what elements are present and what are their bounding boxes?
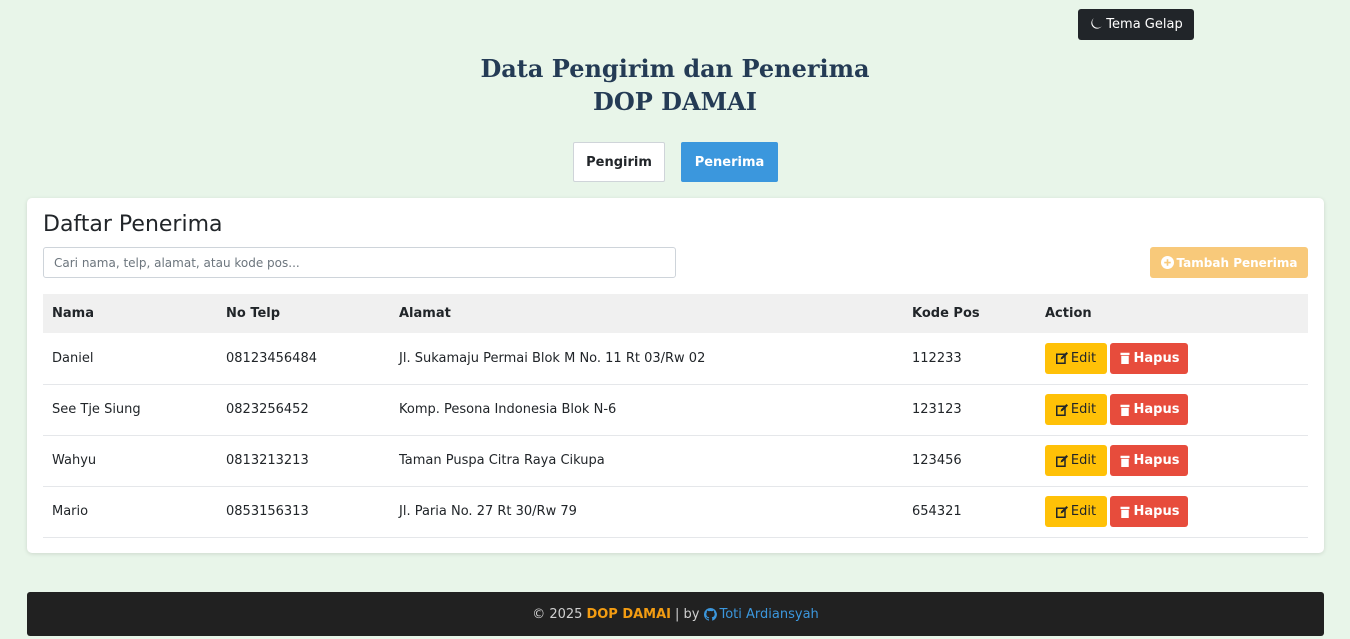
edit-button[interactable]: Edit	[1045, 342, 1107, 374]
edit-label: Edit	[1070, 350, 1097, 366]
cell-kode-pos: 123456	[912, 453, 962, 468]
cell-actions: Edit Hapus	[1036, 384, 1308, 435]
moon-icon	[1091, 18, 1103, 29]
cell-kode-pos: 112233	[912, 350, 962, 366]
add-recipient-label: Tambah Penerima	[1176, 255, 1298, 270]
edit-icon	[1055, 505, 1068, 518]
footer-author: Toti Ardiansyah	[719, 606, 819, 622]
footer-separator: | by	[675, 606, 700, 622]
footer-author-link[interactable]: Toti Ardiansyah	[703, 606, 819, 622]
cell-nama: See Tje Siung	[52, 402, 141, 417]
table-header-row: Nama No Telp Alamat Kode Pos Action	[43, 294, 1308, 333]
search-input[interactable]	[43, 247, 676, 278]
footer-brand: DOP DAMAI	[586, 606, 672, 622]
add-recipient-button[interactable]: Tambah Penerima	[1150, 247, 1308, 278]
cell-alamat: Jl. Sukamaju Permai Blok M No. 11 Rt 03/…	[399, 350, 706, 366]
github-icon	[703, 607, 717, 621]
tab-penerima[interactable]: Penerima	[681, 142, 778, 182]
cell-nama: Daniel	[52, 350, 94, 366]
cell-alamat: Komp. Pesona Indonesia Blok N-6	[399, 402, 617, 417]
edit-button[interactable]: Edit	[1045, 394, 1107, 425]
footer-copyright: © 2025	[532, 606, 583, 622]
tab-pengirim[interactable]: Pengirim	[573, 142, 665, 182]
delete-button[interactable]: Hapus	[1110, 496, 1188, 527]
cell-telp: 0823256452	[226, 402, 309, 417]
footer: © 2025 DOP DAMAI | by Toti Ardiansyah	[27, 592, 1324, 636]
edit-label: Edit	[1070, 504, 1097, 519]
header-kode-pos: Kode Pos	[912, 306, 980, 321]
delete-button[interactable]: Hapus	[1110, 445, 1188, 476]
table-row: See Tje Siung 0823256452 Komp. Pesona In…	[43, 384, 1308, 435]
delete-button[interactable]: Hapus	[1110, 342, 1188, 374]
delete-label: Hapus	[1133, 350, 1180, 366]
cell-actions: Edit Hapus	[1036, 333, 1308, 384]
delete-label: Hapus	[1133, 402, 1180, 417]
trash-icon	[1120, 455, 1130, 467]
cell-telp: 0853156313	[226, 504, 309, 519]
card-title: Daftar Penerima	[43, 212, 223, 237]
cell-alamat: Taman Puspa Citra Raya Cikupa	[399, 453, 605, 468]
cell-telp: 08123456484	[226, 350, 317, 366]
recipient-list-card: Daftar Penerima Tambah Penerima Nama No …	[27, 198, 1324, 553]
trash-icon	[1120, 506, 1130, 518]
cell-actions: Edit Hapus	[1036, 486, 1308, 537]
theme-toggle-button[interactable]: Tema Gelap	[1078, 9, 1194, 40]
edit-label: Edit	[1070, 453, 1097, 468]
cell-nama: Wahyu	[52, 453, 97, 468]
delete-label: Hapus	[1133, 504, 1180, 519]
table-row: Wahyu 0813213213 Taman Puspa Citra Raya …	[43, 435, 1308, 486]
cell-kode-pos: 123123	[912, 402, 962, 417]
edit-label: Edit	[1070, 402, 1097, 417]
theme-toggle-label: Tema Gelap	[1106, 17, 1183, 32]
table-row: Mario 0853156313 Jl. Paria No. 27 Rt 30/…	[43, 486, 1308, 537]
plus-circle-icon	[1160, 256, 1174, 269]
edit-icon	[1055, 454, 1068, 467]
trash-icon	[1120, 404, 1130, 416]
page-title: Data Pengirim dan Penerima DOP DAMAI	[0, 52, 1350, 118]
delete-label: Hapus	[1133, 453, 1180, 468]
table-row: Daniel 08123456484 Jl. Sukamaju Permai B…	[43, 333, 1308, 384]
page-title-line1: Data Pengirim dan Penerima	[480, 54, 870, 83]
delete-button[interactable]: Hapus	[1110, 394, 1188, 425]
trash-icon	[1120, 353, 1130, 365]
cell-telp: 0813213213	[226, 453, 309, 468]
header-action: Action	[1045, 306, 1092, 321]
cell-actions: Edit Hapus	[1036, 435, 1308, 486]
edit-icon	[1055, 403, 1068, 416]
cell-kode-pos: 654321	[912, 504, 962, 519]
cell-nama: Mario	[52, 504, 89, 519]
header-alamat: Alamat	[399, 306, 451, 321]
header-nama: Nama	[52, 306, 94, 321]
edit-button[interactable]: Edit	[1045, 445, 1107, 476]
cell-alamat: Jl. Paria No. 27 Rt 30/Rw 79	[399, 504, 577, 519]
edit-icon	[1055, 352, 1068, 365]
header-telp: No Telp	[226, 306, 281, 321]
page-title-line2: DOP DAMAI	[593, 87, 757, 116]
recipient-table: Nama No Telp Alamat Kode Pos Action Dani…	[43, 294, 1308, 538]
edit-button[interactable]: Edit	[1045, 496, 1107, 527]
